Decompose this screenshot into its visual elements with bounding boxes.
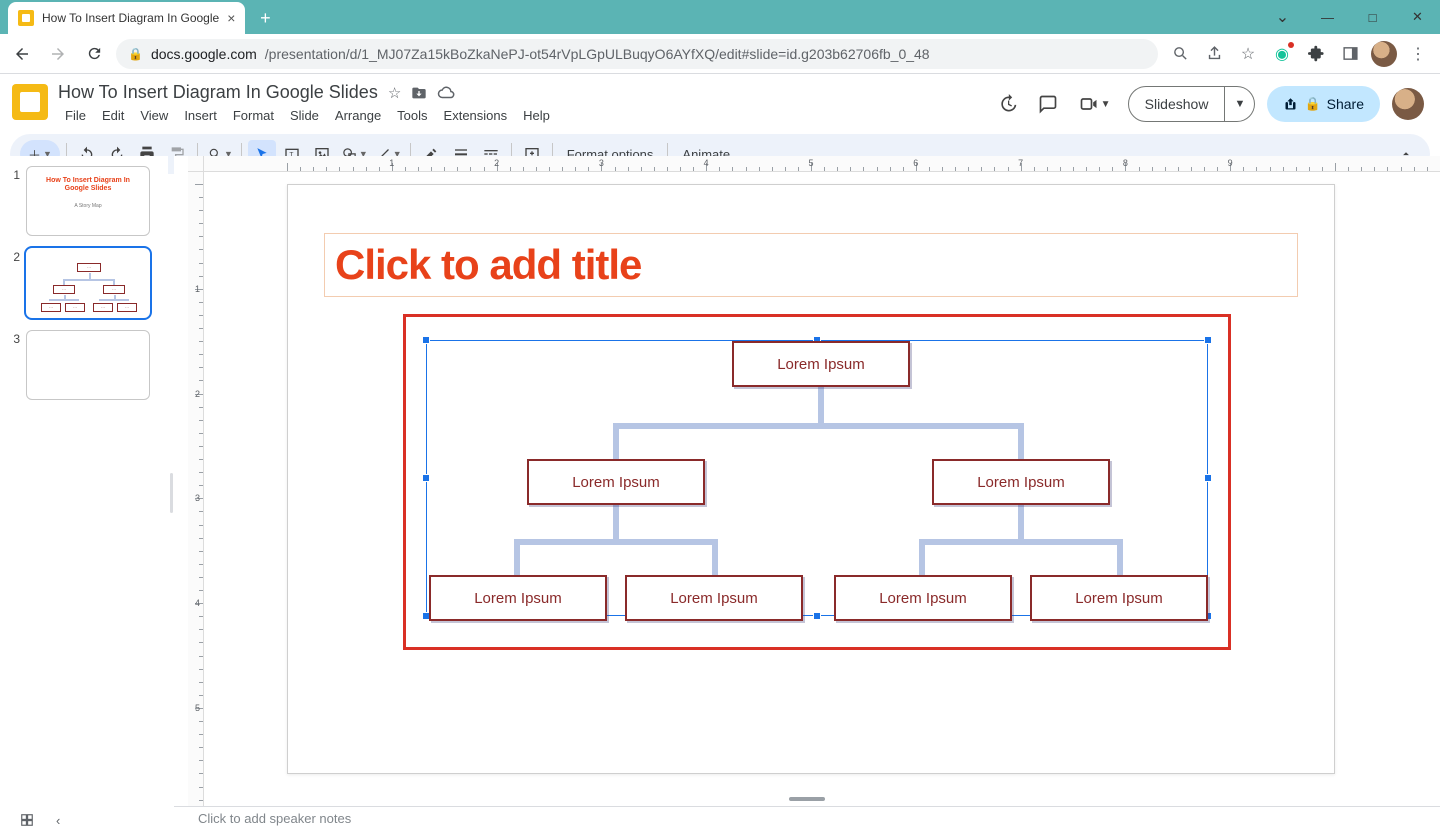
share-label: Share: [1327, 96, 1364, 112]
menu-insert[interactable]: Insert: [177, 105, 224, 126]
share-page-icon[interactable]: [1200, 40, 1228, 68]
menu-tools[interactable]: Tools: [390, 105, 434, 126]
forward-button[interactable]: [44, 40, 72, 68]
menu-file[interactable]: File: [58, 105, 93, 126]
version-history-icon[interactable]: [994, 90, 1022, 118]
url-host: docs.google.com: [151, 46, 257, 62]
hierarchy-node-root[interactable]: Lorem Ipsum: [732, 341, 910, 387]
notes-resize-handle[interactable]: [789, 797, 825, 801]
thumb1-title: How To Insert Diagram In Google Slides: [35, 177, 141, 192]
hierarchy-node[interactable]: Lorem Ipsum: [834, 575, 1012, 621]
workspace: 1 How To Insert Diagram In Google Slides…: [0, 156, 1440, 830]
zoom-icon[interactable]: [1166, 40, 1194, 68]
bookmark-icon[interactable]: ☆: [1234, 40, 1262, 68]
ruler-horizontal[interactable]: 123456789: [204, 156, 1440, 172]
menu-help[interactable]: Help: [516, 105, 557, 126]
menu-arrange[interactable]: Arrange: [328, 105, 388, 126]
menu-slide[interactable]: Slide: [283, 105, 326, 126]
chrome-menu-icon[interactable]: ⋮: [1404, 40, 1432, 68]
hierarchy-node[interactable]: Lorem Ipsum: [932, 459, 1110, 505]
menu-view[interactable]: View: [133, 105, 175, 126]
slide-thumb-2[interactable]: ··· ··· ··· ··· ··· ··· ···: [26, 248, 150, 318]
minimize-button[interactable]: ―: [1305, 0, 1350, 34]
title-placeholder-text: Click to add title: [335, 241, 641, 289]
lock-icon: 🔒: [128, 47, 143, 61]
browser-tab[interactable]: How To Insert Diagram In Google ×: [8, 2, 245, 34]
speaker-notes-placeholder: Click to add speaker notes: [198, 811, 351, 826]
comments-icon[interactable]: [1034, 90, 1062, 118]
account-avatar[interactable]: [1392, 88, 1424, 120]
thumb1-subtitle: A Story Map: [35, 203, 141, 209]
menu-extensions[interactable]: Extensions: [437, 105, 515, 126]
explore-icon[interactable]: [20, 813, 34, 827]
menu-bar: File Edit View Insert Format Slide Arran…: [58, 105, 984, 126]
slide-thumb-3[interactable]: [26, 330, 150, 400]
share-button[interactable]: 🔒Share: [1267, 86, 1380, 122]
ruler-vertical[interactable]: 12345: [188, 172, 204, 810]
ruler-corner: [188, 156, 204, 172]
filmstrip[interactable]: 1 How To Insert Diagram In Google Slides…: [0, 156, 168, 830]
menu-edit[interactable]: Edit: [95, 105, 131, 126]
meet-icon[interactable]: ▼: [1074, 90, 1116, 118]
close-tab-icon[interactable]: ×: [227, 10, 235, 26]
diagram-selection[interactable]: Lorem Ipsum Lorem Ipsum Lorem Ipsum Lore…: [403, 314, 1231, 650]
slide-number: 1: [8, 166, 20, 236]
tab-search-icon[interactable]: ⌄: [1260, 0, 1305, 34]
slides-logo-icon[interactable]: [12, 84, 48, 120]
slide-number: 3: [8, 330, 20, 400]
profile-avatar[interactable]: [1370, 40, 1398, 68]
url-path: /presentation/d/1_MJ07Za15kBoZkaNePJ-ot5…: [265, 46, 930, 62]
collapse-filmstrip-icon[interactable]: ‹: [56, 813, 60, 828]
slideshow-button[interactable]: Slideshow: [1128, 86, 1226, 122]
hierarchy-node[interactable]: Lorem Ipsum: [527, 459, 705, 505]
hierarchy-node[interactable]: Lorem Ipsum: [625, 575, 803, 621]
close-window-button[interactable]: ✕: [1395, 0, 1440, 34]
new-tab-button[interactable]: +: [251, 4, 279, 32]
back-button[interactable]: [8, 40, 36, 68]
window-controls: ⌄ ― □ ✕: [1260, 0, 1440, 34]
canvas[interactable]: 123456789 12345 Click to add title: [174, 156, 1440, 830]
extensions-icon[interactable]: [1302, 40, 1330, 68]
move-icon[interactable]: [411, 85, 427, 101]
slides-favicon-icon: [18, 10, 34, 26]
sidepanel-icon[interactable]: [1336, 40, 1364, 68]
star-icon[interactable]: ☆: [388, 84, 401, 102]
diagram-group[interactable]: Lorem Ipsum Lorem Ipsum Lorem Ipsum Lore…: [427, 341, 1207, 615]
grammarly-extension-icon[interactable]: ◉: [1268, 40, 1296, 68]
menu-format[interactable]: Format: [226, 105, 281, 126]
slideshow-dropdown[interactable]: ▼: [1225, 86, 1255, 122]
speaker-notes[interactable]: Click to add speaker notes: [174, 806, 1440, 830]
hierarchy-node[interactable]: Lorem Ipsum: [1030, 575, 1208, 621]
app-header: How To Insert Diagram In Google Slides ☆…: [0, 74, 1440, 126]
maximize-button[interactable]: □: [1350, 0, 1395, 34]
hierarchy-node[interactable]: Lorem Ipsum: [429, 575, 607, 621]
tab-title: How To Insert Diagram In Google: [42, 11, 219, 25]
slide-number: 2: [8, 248, 20, 318]
bottom-left-controls: ‹: [0, 810, 168, 830]
document-title[interactable]: How To Insert Diagram In Google Slides: [58, 82, 378, 103]
reload-button[interactable]: [80, 40, 108, 68]
title-placeholder[interactable]: Click to add title: [324, 233, 1298, 297]
browser-titlebar: How To Insert Diagram In Google × + ⌄ ― …: [0, 0, 1440, 34]
slide-thumb-1[interactable]: How To Insert Diagram In Google Slides A…: [26, 166, 150, 236]
address-bar[interactable]: 🔒 docs.google.com/presentation/d/1_MJ07Z…: [116, 39, 1158, 69]
slide[interactable]: Click to add title: [287, 184, 1335, 774]
cloud-status-icon[interactable]: [437, 84, 455, 102]
browser-toolbar: 🔒 docs.google.com/presentation/d/1_MJ07Z…: [0, 34, 1440, 74]
